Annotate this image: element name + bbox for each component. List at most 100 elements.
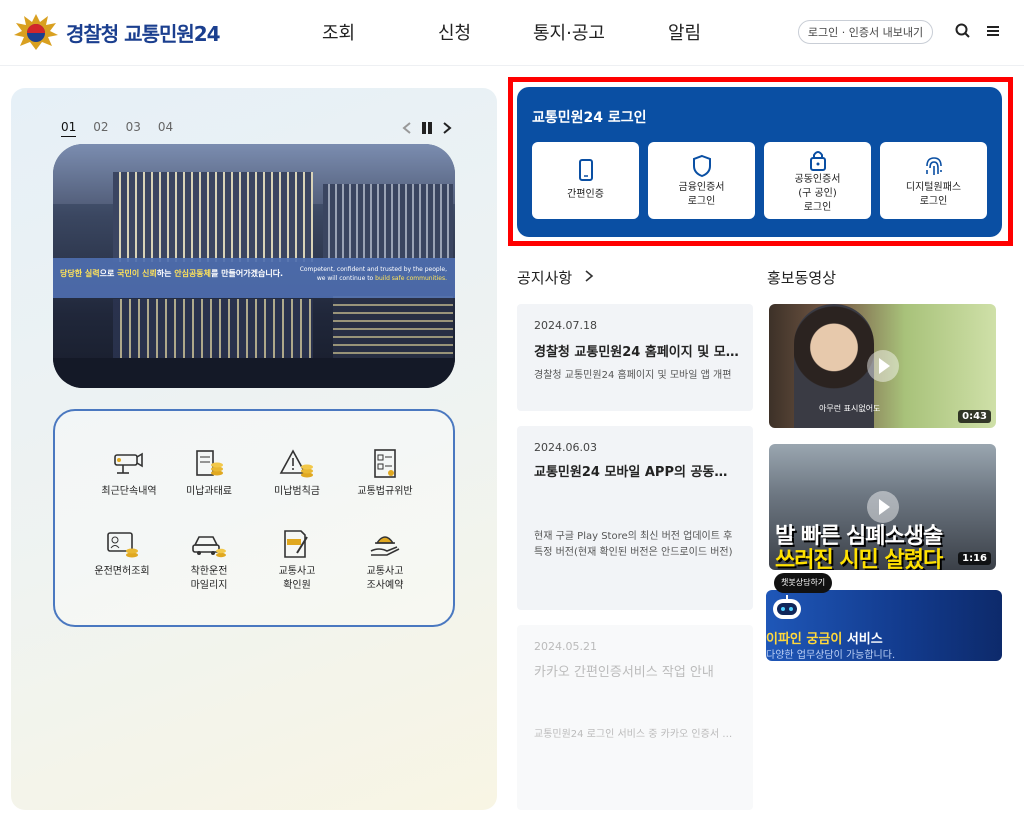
login-title: 교통민원24 로그인 [532,110,647,126]
login-simple-auth-button[interactable]: 간편인증 [532,142,639,219]
service-recent-enforcement[interactable]: 최근단속내역 [86,447,172,499]
nav-inquiry[interactable]: 조회 [322,19,355,45]
slide-tab-3[interactable]: 03 [126,120,141,137]
chevron-left-icon[interactable] [400,120,414,136]
login-cert-export-button[interactable]: 로그인 · 인증서 내보내기 [798,20,933,44]
hero-ground [53,358,455,388]
service-unpaid-fine[interactable]: 미납과태료 [166,447,252,499]
chevron-right-icon[interactable] [440,120,454,136]
video-duration: 1:16 [958,552,991,565]
notice-title: 카카오 간편인증서비스 작업 안내 [534,665,714,680]
service-label: 미납범칙금 [274,486,320,497]
notice-summary: 경찰청 교통민원24 홈페이지 및 모바일 앱 개편 [534,370,732,381]
service-label: 교통법규위반 [357,486,413,497]
chatbot-bubble[interactable]: 챗봇상담하기 [774,573,833,593]
shield-icon [692,154,711,178]
notice-section-title[interactable]: 공지사항 [517,267,594,288]
hero-banner-image[interactable]: 당당한 실력으로 국민이 신뢰하는 안심공동체를 만들어가겠습니다. Compe… [53,144,455,388]
play-icon[interactable] [866,491,899,523]
service-label: 미납과태료 [186,486,232,497]
site-header: 경찰청 교통민원24 조회 신청 통지·공고 알림 로그인 · 인증서 내보내기 [0,0,1024,66]
hero-slogan-en: Competent, confident and trusted by the … [300,265,447,283]
hand-bell-icon [370,536,400,556]
notice-card[interactable]: 2024.07.18 경찰청 교통민원24 홈페이지 및 모바일 앱 개편 경찰… [517,304,753,411]
nav-notice[interactable]: 통지·공고 [533,19,605,45]
police-emblem-icon [14,14,58,50]
slogan-en-line: build safe communities. [375,275,447,282]
quick-services-box [53,409,455,627]
lock-icon [809,151,826,171]
chatbot-title-highlight: 이파인 궁금이 [766,632,843,647]
service-label: 운전면허조회 [94,566,150,577]
car-coins-icon [192,536,226,558]
chatbot-title: 이파인 궁금이 서비스 [766,628,883,647]
nav-apply[interactable]: 신청 [438,19,471,45]
chatbot-title-rest: 서비스 [842,632,883,647]
slider-pagination: 01 02 03 04 [61,120,173,137]
login-financial-cert-button[interactable]: 금융인증서 로그인 [648,142,755,219]
login-btn-label: 공동인증서 (구 공인) 로그인 [794,174,841,213]
login-digital-onepass-button[interactable]: 디지털원패스 로그인 [880,142,987,219]
login-btn-label: 금융인증서 로그인 [678,182,725,207]
notice-title-text: 공지사항 [517,269,573,287]
document-pen-icon [284,530,308,558]
slogan-part: 하는 [156,269,175,278]
service-accident-certificate[interactable]: 교통사고 확인원 [254,527,340,593]
slide-tab-4[interactable]: 04 [158,120,173,137]
notice-date: 2024.06.03 [534,441,597,454]
slogan-en-line: Competent, confident and trusted by the … [299,266,447,273]
service-license-inquiry[interactable]: 운전면허조회 [79,527,165,579]
id-card-coins-icon [107,532,138,558]
video-section-title: 홍보동영상 [767,269,837,287]
smartphone-icon [578,159,593,181]
service-label: 착한운전 마일리지 [190,566,228,591]
service-label: 교통사고 확인원 [278,566,316,591]
slide-tab-1[interactable]: 01 [61,120,77,137]
warning-coins-icon [279,449,313,478]
service-label: 최근단속내역 [101,486,157,497]
service-accident-reservation[interactable]: 교통사고 조사예약 [342,527,428,593]
slogan-part: 를 만들어가겠습니다. [211,269,284,278]
play-icon[interactable] [866,350,899,382]
login-joint-cert-button[interactable]: 공동인증서 (구 공인) 로그인 [764,142,871,219]
hero-slogan-band: 당당한 실력으로 국민이 신뢰하는 안심공동체를 만들어가겠습니다. Compe… [53,258,455,298]
notice-summary: 교통민원24 로그인 서비스 중 카카오 인증서 서비스 [534,729,739,740]
hero-building [113,172,313,262]
slogan-part: 당당한 실력 [60,269,100,278]
service-good-driving-mileage[interactable]: 착한운전 마일리지 [166,527,252,593]
robot-icon [773,595,801,619]
chatbot-banner[interactable]: 이파인 궁금이 서비스 다양한 업무상담이 가능합니다. [766,590,1002,661]
camera-icon [114,452,143,474]
video-caption: 아무런 표시없어도 [819,404,881,413]
slogan-part: 국민이 신뢰 [117,269,157,278]
slide-tab-2[interactable]: 02 [93,120,108,137]
fingerprint-icon [925,157,942,175]
hero-building [113,299,313,359]
promo-video-2[interactable]: 발 빠른 심폐소생술 쓰러진 시민 살렸다 1:16 [769,444,996,570]
video-headline: 쓰러진 시민 살렸다 [775,548,943,570]
service-unpaid-penalty[interactable]: 미납범칙금 [254,447,340,499]
notice-card[interactable]: 2024.05.21 카카오 간편인증서비스 작업 안내 교통민원24 로그인 … [517,625,753,810]
nav-alert[interactable]: 알림 [668,19,701,45]
slogan-part: 안심공동체 [174,269,212,278]
video-duration: 0:43 [958,410,991,423]
notice-date: 2024.07.18 [534,319,597,332]
service-traffic-violation[interactable]: 교통법규위반 [342,447,428,499]
service-label: 교통사고 조사예약 [366,566,404,591]
slogan-en-line: we will continue to [316,275,376,282]
checklist-icon [374,449,396,478]
hero-building [323,184,453,259]
pause-icon[interactable] [420,120,434,136]
site-logo[interactable]: 경찰청 교통민원24 [12,12,221,52]
search-icon[interactable] [954,22,972,40]
notice-card[interactable]: 2024.06.03 교통민원24 모바일 APP의 공동인증서 안내 현재 구… [517,426,753,610]
notice-summary: 특정 버전(현재 확인된 버전은 안드로이드 버전) [534,547,733,558]
chevron-right-icon [585,270,594,282]
notice-date: 2024.05.21 [534,640,597,653]
promo-video-1[interactable]: 아무런 표시없어도 0:43 [769,304,996,428]
hamburger-menu-icon[interactable] [984,22,1002,40]
chatbot-subtitle: 다양한 업무상담이 가능합니다. [766,650,896,661]
login-btn-label: 디지털원패스 로그인 [905,182,962,207]
login-btn-label: 간편인증 [567,189,604,200]
logo-text: 경찰청 교통민원24 [66,21,221,46]
